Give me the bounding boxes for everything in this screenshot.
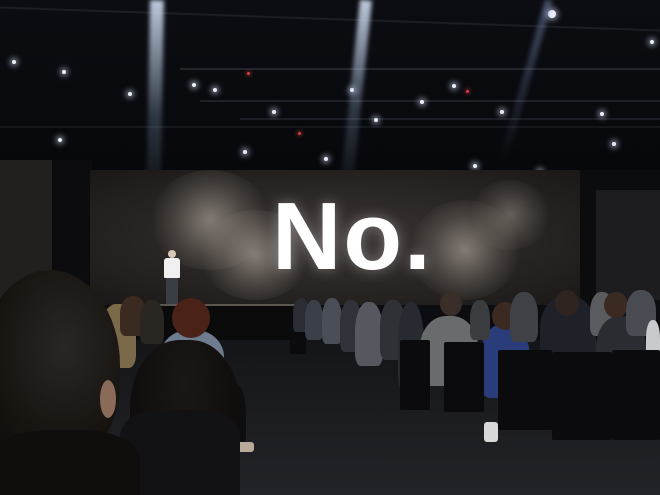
audience-member [140,300,164,344]
chair [444,342,484,412]
foreground-shoulder [0,430,140,495]
lighting-truss [0,126,660,128]
ceiling-light [62,70,66,74]
presenter-head [168,250,176,258]
ceiling-light [420,100,424,104]
chair [400,340,430,410]
chair [552,352,612,440]
ceiling-light [473,164,477,168]
audience-member [355,302,383,366]
side-wall [596,190,660,300]
ceiling-light [12,60,16,64]
lighting-truss [240,118,660,120]
ceiling-light [500,110,504,114]
ceiling-light [128,92,132,96]
audience-member [470,300,490,340]
audience-head [440,292,462,316]
ceiling-light [374,118,378,122]
ceiling-light [243,150,247,154]
ceiling-light [452,84,456,88]
ceiling-light [192,83,196,87]
audience-member [510,292,538,342]
presenter [160,250,184,306]
ceiling-light [272,110,276,114]
ceiling-light [650,40,654,44]
lighting-truss [200,100,660,102]
audience-head [172,298,210,338]
chair [498,350,552,430]
ceiling-light [600,112,604,116]
ceiling-light [612,142,616,146]
ceiling-light-red [247,72,250,75]
audience-member [305,300,323,340]
ceiling-light [324,157,328,161]
foreground-ear [100,380,116,418]
presenter-pants [166,278,178,304]
chair [612,350,660,440]
audience-head [555,290,579,316]
ceiling-light-red [298,132,301,135]
ceiling-lighting-rig [0,0,660,174]
keynote-auditorium-scene: No. [0,0,660,495]
ceiling-light [213,88,217,92]
sneaker [484,422,498,442]
ceiling-light [58,138,62,142]
audience-head [604,292,628,318]
smoke-cloud [470,180,550,250]
screen-headline: No. [272,183,433,290]
lighting-truss [0,6,660,32]
ceiling-light-red [466,90,469,93]
audience-member [322,298,342,344]
presenter-shirt [164,258,180,278]
lighting-truss [180,68,660,70]
